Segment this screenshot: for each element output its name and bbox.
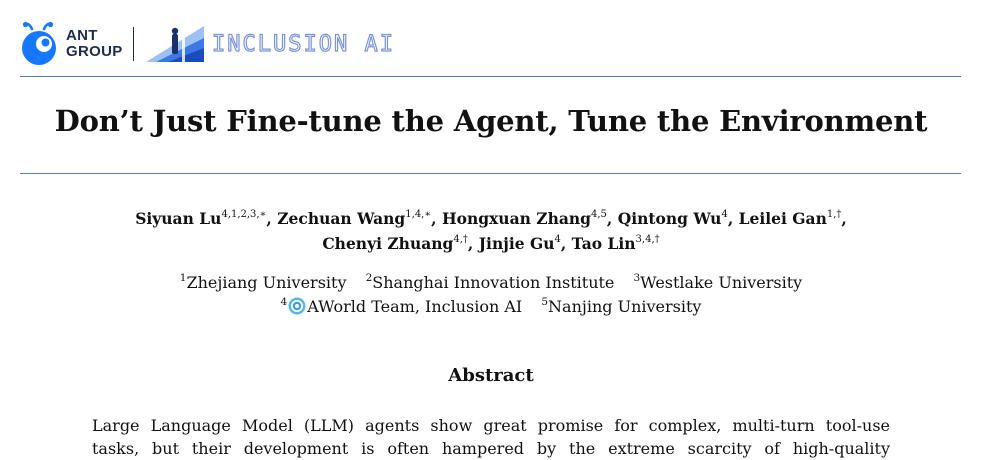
ant-group-logo: ANT GROUP [20, 21, 123, 67]
author-separator: , [431, 209, 442, 228]
abstract-heading: Abstract [448, 365, 534, 386]
ant-wordmark-line2: GROUP [66, 43, 123, 60]
affiliation-line-1: 1Zhejiang University 2Shanghai Innovatio… [0, 271, 982, 295]
author-separator: , [841, 209, 847, 228]
author-separator: , [467, 234, 479, 253]
author-affil-marks: 4,1,2,3,∗ [221, 209, 267, 220]
abstract-body: Large Language Model (LLM) agents show g… [92, 414, 890, 460]
author-line-1: Siyuan Lu4,1,2,3,∗, Zechuan Wang1,4,∗, H… [0, 206, 982, 231]
author-list: Siyuan Lu4,1,2,3,∗, Zechuan Wang1,4,∗, H… [0, 206, 982, 256]
logo-divider [132, 27, 135, 61]
affiliation-name: Westlake University [640, 273, 803, 292]
inclusion-figure-icon [146, 26, 205, 62]
author-name: Siyuan Lu [135, 209, 222, 228]
ant-wordmark-line1: ANT [66, 27, 98, 44]
abstract-line: Large Language Model (LLM) agents show g… [92, 416, 890, 435]
author-name: Jinjie Gu [478, 234, 555, 253]
author-separator: , [266, 209, 278, 228]
header-logos: ANT GROUP INCLUSION AI [20, 18, 960, 70]
affiliation-list: 1Zhejiang University 2Shanghai Innovatio… [0, 271, 982, 319]
author-name: Zechuan Wang [277, 209, 406, 228]
author-separator: , [606, 209, 618, 228]
affiliation-name: AWorld Team, Inclusion AI [307, 297, 523, 316]
author-affil-marks: 4,5 [591, 209, 607, 220]
affiliation-number: 4 [280, 296, 288, 308]
ant-icon [22, 21, 56, 65]
author-affil-marks: 4,† [453, 234, 468, 245]
ant-group-wordmark: ANT GROUP [66, 28, 123, 60]
abstract-line: tasks, but their development is often ha… [92, 439, 890, 458]
author-name: Qintong Wu [617, 209, 722, 228]
aworld-logo-icon [288, 297, 306, 315]
author-affil-marks: 1,† [826, 209, 842, 220]
author-name: Chenyi Zhuang [322, 234, 454, 253]
top-rule [20, 76, 961, 77]
author-affil-marks: 3,4,† [635, 234, 660, 245]
author-name: Tao Lin [571, 234, 636, 253]
author-name: Hongxuan Zhang [441, 209, 592, 228]
affiliation-name: Zhejiang University [186, 273, 347, 292]
affiliation-name: Shanghai Innovation Institute [372, 273, 615, 292]
inclusion-ai-logo: INCLUSION AI [146, 24, 395, 64]
inclusion-ai-wordmark: INCLUSION AI [211, 31, 395, 57]
affiliation-name: Nanjing University [548, 297, 702, 316]
author-line-2: Chenyi Zhuang4,†, Jinjie Gu4, Tao Lin3,4… [0, 231, 982, 256]
paper-title: Don’t Just Fine-tune the Agent, Tune the… [54, 104, 928, 138]
author-separator: , [560, 234, 572, 253]
author-separator: , [727, 209, 739, 228]
author-name: Leilei Gan [738, 209, 827, 228]
affiliation-line-2: 4 AWorld Team, Inclusion AI 5Nanjing Uni… [0, 295, 982, 319]
author-affil-marks: 1,4,∗ [405, 209, 432, 220]
bottom-rule [20, 173, 961, 174]
